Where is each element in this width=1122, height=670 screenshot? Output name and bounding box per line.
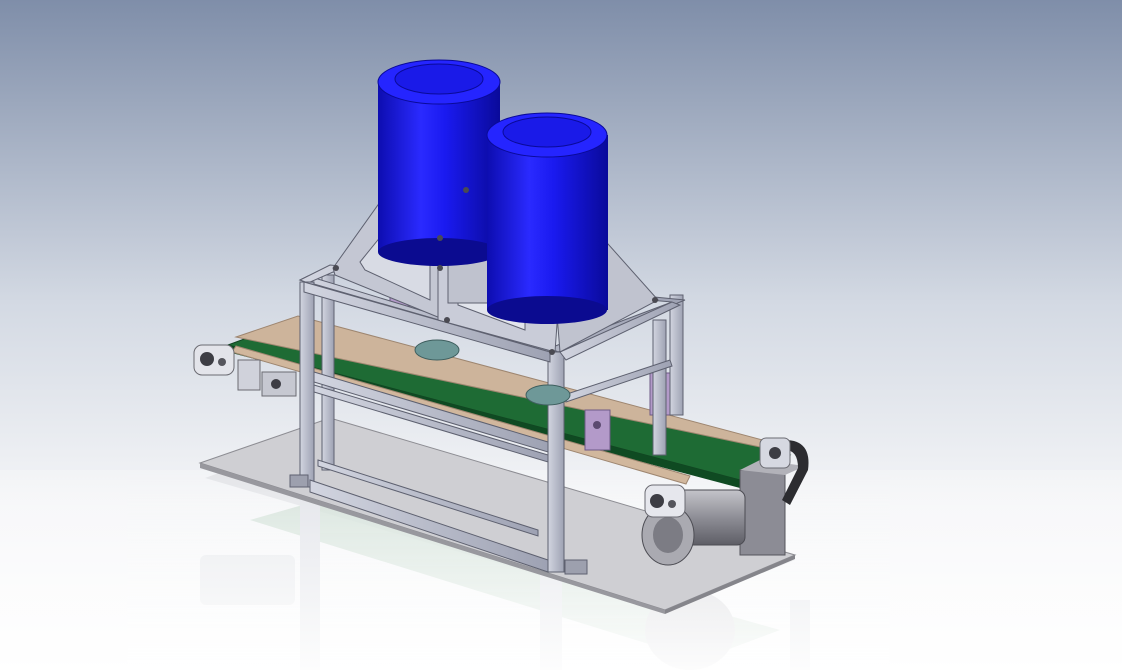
- canister-rear[interactable]: [377, 59, 501, 266]
- cad-viewport[interactable]: [0, 0, 1122, 670]
- canister-front[interactable]: [486, 112, 608, 324]
- cad-3d-model-view[interactable]: [0, 0, 1122, 670]
